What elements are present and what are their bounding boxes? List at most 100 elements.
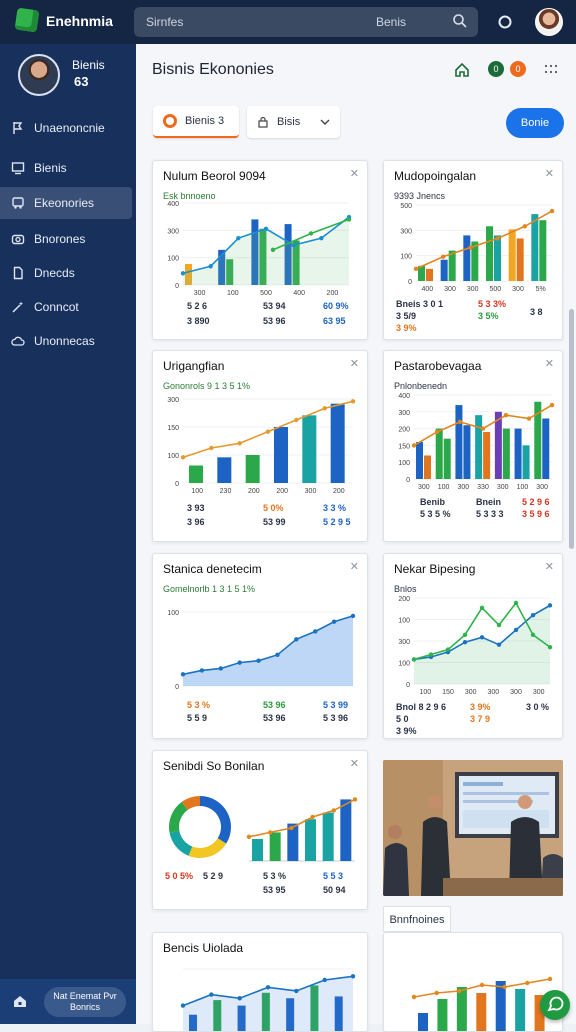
chart-card[interactable]: Nekar Bipesing Bnlos ✕ 200 100 300 100 0 100 1… bbox=[383, 553, 563, 739]
card-stat: 5 3 % bbox=[263, 871, 287, 881]
data-point bbox=[180, 271, 186, 276]
card-stat: 5 2 9 5 bbox=[323, 517, 351, 527]
y-tick-label: 0 bbox=[406, 477, 410, 484]
top-bar: Enehnmia Sirnfes Benis bbox=[0, 0, 576, 44]
data-point bbox=[547, 976, 553, 982]
data-point bbox=[256, 658, 261, 663]
data-point bbox=[479, 635, 485, 640]
filter-tab-first-label: Bienis 3 bbox=[185, 115, 225, 127]
series-line bbox=[248, 798, 356, 838]
data-point bbox=[294, 637, 299, 642]
data-point bbox=[496, 622, 502, 628]
data-point bbox=[180, 455, 186, 460]
search-input[interactable]: Sirnfes Benis bbox=[134, 7, 478, 37]
data-point bbox=[457, 988, 462, 994]
chat-fab-button[interactable] bbox=[540, 990, 570, 1020]
chart-card[interactable]: Urigangfian Gononrols 9 1 3 5 1% ✕ 300 15… bbox=[152, 350, 368, 542]
status-badge-orange[interactable]: 0 bbox=[510, 61, 526, 77]
chart-card[interactable]: Pastarobevagaa Pnlonbenedn ✕ 400 300 200 15… bbox=[383, 350, 563, 542]
bar bbox=[245, 455, 260, 483]
card-stat: 53 96 bbox=[263, 713, 286, 723]
data-point bbox=[236, 235, 241, 241]
data-point bbox=[411, 994, 417, 1000]
chat-icon bbox=[547, 996, 564, 1012]
sidebar-item-0[interactable]: Unaenoncnie bbox=[0, 112, 132, 144]
status-badge-green[interactable]: 0 bbox=[488, 61, 504, 77]
card-stat: 5 2 9 6 bbox=[522, 497, 550, 507]
primary-action-button[interactable]: Bonie bbox=[506, 108, 564, 138]
cloud-icon bbox=[11, 336, 25, 346]
user-avatar[interactable] bbox=[535, 8, 563, 36]
y-tick-label: 400 bbox=[167, 201, 179, 208]
card-stat: 5 3 3 3 bbox=[476, 509, 504, 519]
y-tick-label: 200 bbox=[398, 596, 410, 603]
x-tick-label: 200 bbox=[276, 488, 288, 495]
sidebar-avatar[interactable] bbox=[18, 54, 60, 96]
bar bbox=[483, 431, 491, 479]
data-point bbox=[479, 605, 485, 611]
sidebar-item-1[interactable]: Bienis bbox=[0, 152, 132, 184]
card-stat: 5 3 % bbox=[187, 700, 211, 710]
data-point bbox=[322, 977, 327, 983]
card-stat: Benib bbox=[420, 497, 446, 507]
data-point bbox=[199, 668, 205, 673]
more-grid-icon[interactable] bbox=[544, 64, 558, 74]
chevron-down-icon bbox=[320, 119, 330, 125]
bar bbox=[475, 415, 483, 479]
status-ring-icon[interactable] bbox=[496, 13, 514, 31]
sidebar-item-5[interactable]: Conncot bbox=[0, 291, 132, 323]
data-point bbox=[237, 996, 242, 1001]
data-point bbox=[547, 603, 553, 608]
sidebar-item-6[interactable]: Unonnecas bbox=[0, 325, 132, 357]
data-point bbox=[294, 988, 299, 994]
y-tick-label: 100 bbox=[167, 256, 179, 263]
document-icon bbox=[13, 266, 23, 280]
bar bbox=[502, 428, 510, 479]
x-tick-label: 300 bbox=[194, 290, 206, 297]
pie-slice bbox=[169, 801, 188, 833]
scrollbar[interactable] bbox=[568, 156, 574, 1024]
chart-card[interactable] bbox=[383, 932, 563, 1032]
sidebar-item-3[interactable]: Bnorones bbox=[0, 223, 132, 255]
y-tick-label: 100 bbox=[167, 453, 179, 460]
home-lock-icon[interactable] bbox=[12, 993, 28, 1009]
camera-icon bbox=[11, 234, 25, 245]
bar bbox=[455, 405, 463, 479]
bar bbox=[269, 832, 281, 861]
x-tick-label: 300 bbox=[418, 484, 430, 491]
sidebar-footer-button[interactable]: Nat Enemat Pvr Bonrics bbox=[44, 987, 126, 1017]
sidebar-item-4[interactable]: Dnecds bbox=[0, 257, 132, 289]
x-tick-label: 200 bbox=[327, 290, 339, 297]
sidebar: Bienis 63 Unaenoncnie Bienis Ekeonories … bbox=[0, 44, 136, 1024]
chart-card[interactable]: Bencis Uiolada bbox=[152, 932, 368, 1032]
sidebar-item-label: Dnecds bbox=[34, 266, 75, 280]
chart-card[interactable]: Stanica denetecim Gomelnorlb 1 3 1 5 1% … bbox=[152, 553, 368, 739]
card-stat: 5 3 96 bbox=[323, 713, 349, 723]
sidebar-item-label: Bnorones bbox=[34, 232, 86, 246]
scrollbar-thumb[interactable] bbox=[569, 309, 574, 549]
data-point bbox=[413, 266, 419, 272]
chart-card[interactable]: Senibdi So Bonilan ✕ 5 0 5% 5 2 9 5 3 % … bbox=[152, 750, 368, 910]
pie-slice bbox=[188, 837, 227, 858]
home-icon[interactable] bbox=[454, 62, 470, 78]
record-icon bbox=[163, 114, 177, 128]
bar bbox=[542, 418, 550, 479]
bar bbox=[440, 259, 448, 281]
chart-card[interactable]: Nulum Beorol 9094 Esk bnnoeno ✕ 400 300 10… bbox=[152, 160, 368, 340]
search-icon[interactable] bbox=[452, 13, 468, 29]
filter-dropdown[interactable]: Bisis bbox=[247, 106, 340, 138]
y-tick-label: 200 bbox=[398, 427, 410, 434]
card-stat: 3 9% bbox=[396, 323, 417, 333]
sidebar-item-2[interactable]: Ekeonories bbox=[0, 187, 132, 219]
data-point bbox=[479, 982, 485, 988]
bar bbox=[418, 1013, 428, 1031]
app-logo[interactable] bbox=[14, 7, 40, 33]
card-stat: 60 9% bbox=[323, 301, 349, 311]
x-tick-label: 300 bbox=[497, 484, 509, 491]
data-point bbox=[289, 825, 294, 831]
x-tick-label: 100 bbox=[227, 290, 239, 297]
filter-tab-first[interactable]: Bienis 3 bbox=[153, 106, 239, 138]
bar bbox=[217, 457, 232, 483]
data-point bbox=[522, 224, 527, 229]
chart-card[interactable]: Mudopoingalan 9393 Jnencs ✕ 500 300 100 0 40… bbox=[383, 160, 563, 340]
